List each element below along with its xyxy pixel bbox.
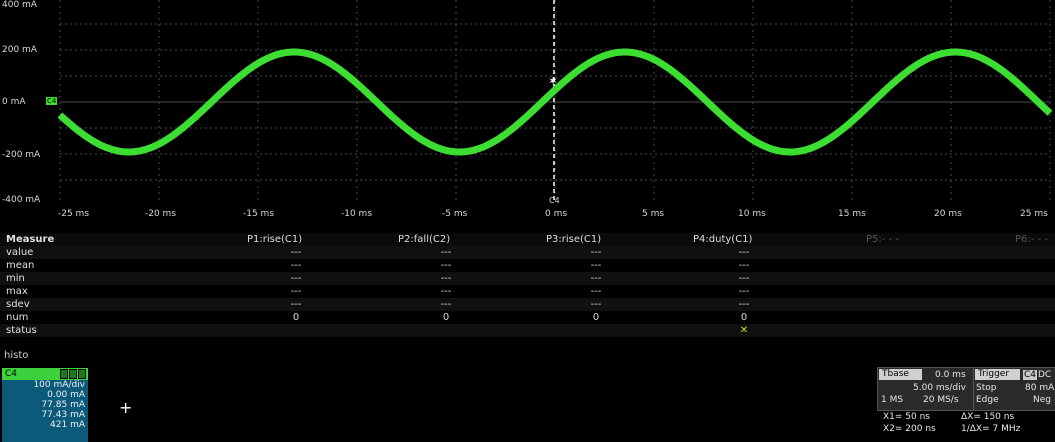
x-tick-label: -15 ms [243,209,275,219]
measure-row-label: status [6,325,37,336]
measure-cell: --- [440,273,452,284]
measure-row-mean: mean --- --- --- --- [0,259,1055,272]
measure-cell: --- [590,299,602,310]
x-tick-label: 25 ms [1020,209,1048,219]
measure-cell: --- [590,273,602,284]
x-tick-label: 20 ms [934,209,962,219]
y-tick-label: -200 mA [2,150,41,160]
trigger-label: Trigger [975,369,1020,380]
measure-cell: 0 [592,312,600,323]
measure-row-label: value [6,247,34,258]
measure-cell: --- [738,247,750,258]
measure-header-row: Measure P1:rise(C1) P2:fall(C2) P3:rise(… [0,233,1055,246]
y-tick-label: 200 mA [2,45,37,55]
measure-row-label: min [6,273,25,284]
measure-header-p5[interactable]: P5:- - - [866,233,899,246]
measure-row-min: min --- --- --- --- [0,272,1055,285]
measure-cell: --- [290,260,302,271]
measure-cell: ✕ [739,325,749,336]
x-tick-label: -25 ms [58,209,90,219]
measure-cell: --- [440,260,452,271]
timebase-trigger-panel[interactable]: Tbase 0.0 ms Trigger C4 DC 5.00 ms/div S… [877,367,1055,442]
x-tick-label: -20 ms [145,209,177,219]
time-per-div: 5.00 ms/div [913,383,966,393]
measure-cell: --- [440,247,452,258]
trigger-type: Edge [976,395,999,405]
y-tick-label: -400 mA [2,195,41,205]
timebase-label: Tbase [879,369,922,380]
measure-row-label: sdev [6,299,30,310]
trigger-channel: C4 [1023,370,1038,380]
channel-c4-title: C4 [2,368,88,380]
measure-title: Measure [6,234,55,245]
channel-c4-descriptor[interactable]: C4 100 mA/div 0.00 mA 77.85 mA 77.43 mA … [2,368,88,442]
cursor-inverse-delta: 1/ΔX= 7 MHz [961,424,1021,434]
crosshair-cursor-icon: + [119,398,133,417]
measure-header-p1[interactable]: P1:rise(C1) [247,233,302,246]
x-tick-label: -5 ms [442,209,468,219]
cursor-x1: X1= 50 ns [883,412,930,422]
cursor-x2: X2= 200 ns [883,424,936,434]
measure-header-p4[interactable]: P4:duty(C1) [693,233,752,246]
trigger-slope: Neg [1033,395,1051,405]
c4-value-2: 77.43 mA [41,410,85,420]
x-tick-label: 5 ms [642,209,665,219]
x-tick-label: 10 ms [738,209,766,219]
measure-cell: --- [290,286,302,297]
channel-offset-tag[interactable]: C4 [46,97,58,105]
measure-cell: --- [738,273,750,284]
trigger-coupling: DC [1038,370,1052,380]
trigger-position-marker[interactable]: C4 [549,196,560,205]
sample-rate: 20 MS/s [923,395,959,405]
measure-cell: --- [590,260,602,271]
measurement-table: Measure P1:rise(C1) P2:fall(C2) P3:rise(… [0,233,1055,343]
x-tick-label: 0 ms [545,209,568,219]
measure-cell: 0 [292,312,300,323]
measure-cell: --- [290,247,302,258]
x-tick-label: -10 ms [341,209,373,219]
measure-cell: --- [738,260,750,271]
measure-row-num: num 0 0 0 0 [0,311,1055,324]
measure-header-p3[interactable]: P3:rise(C1) [546,233,601,246]
channel-buttons[interactable] [59,369,86,383]
x-tick-label: 15 ms [838,209,866,219]
measure-cell: --- [738,299,750,310]
c4-value-3: 421 mA [50,420,85,430]
trigger-state: Stop [976,383,997,393]
measure-cell: --- [590,286,602,297]
measure-cell: --- [440,286,452,297]
measure-cell: --- [590,247,602,258]
cursor-delta-x: ΔX= 150 ns [961,412,1015,422]
measure-header-p6[interactable]: P6:- - - [1015,233,1048,246]
measure-header-p2[interactable]: P2:fall(C2) [398,233,450,246]
measure-cell: --- [738,286,750,297]
memory-depth: 1 MS [881,395,904,405]
y-tick-label: 400 mA [2,0,37,10]
waveform-display[interactable]: ✶ 400 mA 200 mA C4 0 mA -200 mA -400 mA … [0,0,1055,232]
trigger-level: 80 mA [1025,383,1055,393]
trigger-point-icon: ✶ [548,74,558,88]
histogram-label: histo [4,350,29,361]
measure-cell: --- [290,273,302,284]
measure-cell: 0 [740,312,748,323]
measure-cell: 0 [442,312,450,323]
c4-offset: 0.00 mA [47,390,85,400]
measure-row-sdev: sdev --- --- --- --- [0,298,1055,311]
y-tick-label: 0 mA [2,97,26,107]
measure-row-max: max --- --- --- --- [0,285,1055,298]
measure-row-label: num [6,312,29,323]
measure-row-label: mean [6,260,35,271]
measure-cell: --- [440,299,452,310]
timebase-value: 0.0 ms [935,370,966,380]
waveform-grid: ✶ [57,0,1053,204]
c4-value-1: 77.85 mA [41,400,85,410]
measure-row-value: value --- --- --- --- [0,246,1055,259]
measure-row-status: status ✕ [0,324,1055,337]
measure-cell: --- [290,299,302,310]
measure-row-label: max [6,286,28,297]
